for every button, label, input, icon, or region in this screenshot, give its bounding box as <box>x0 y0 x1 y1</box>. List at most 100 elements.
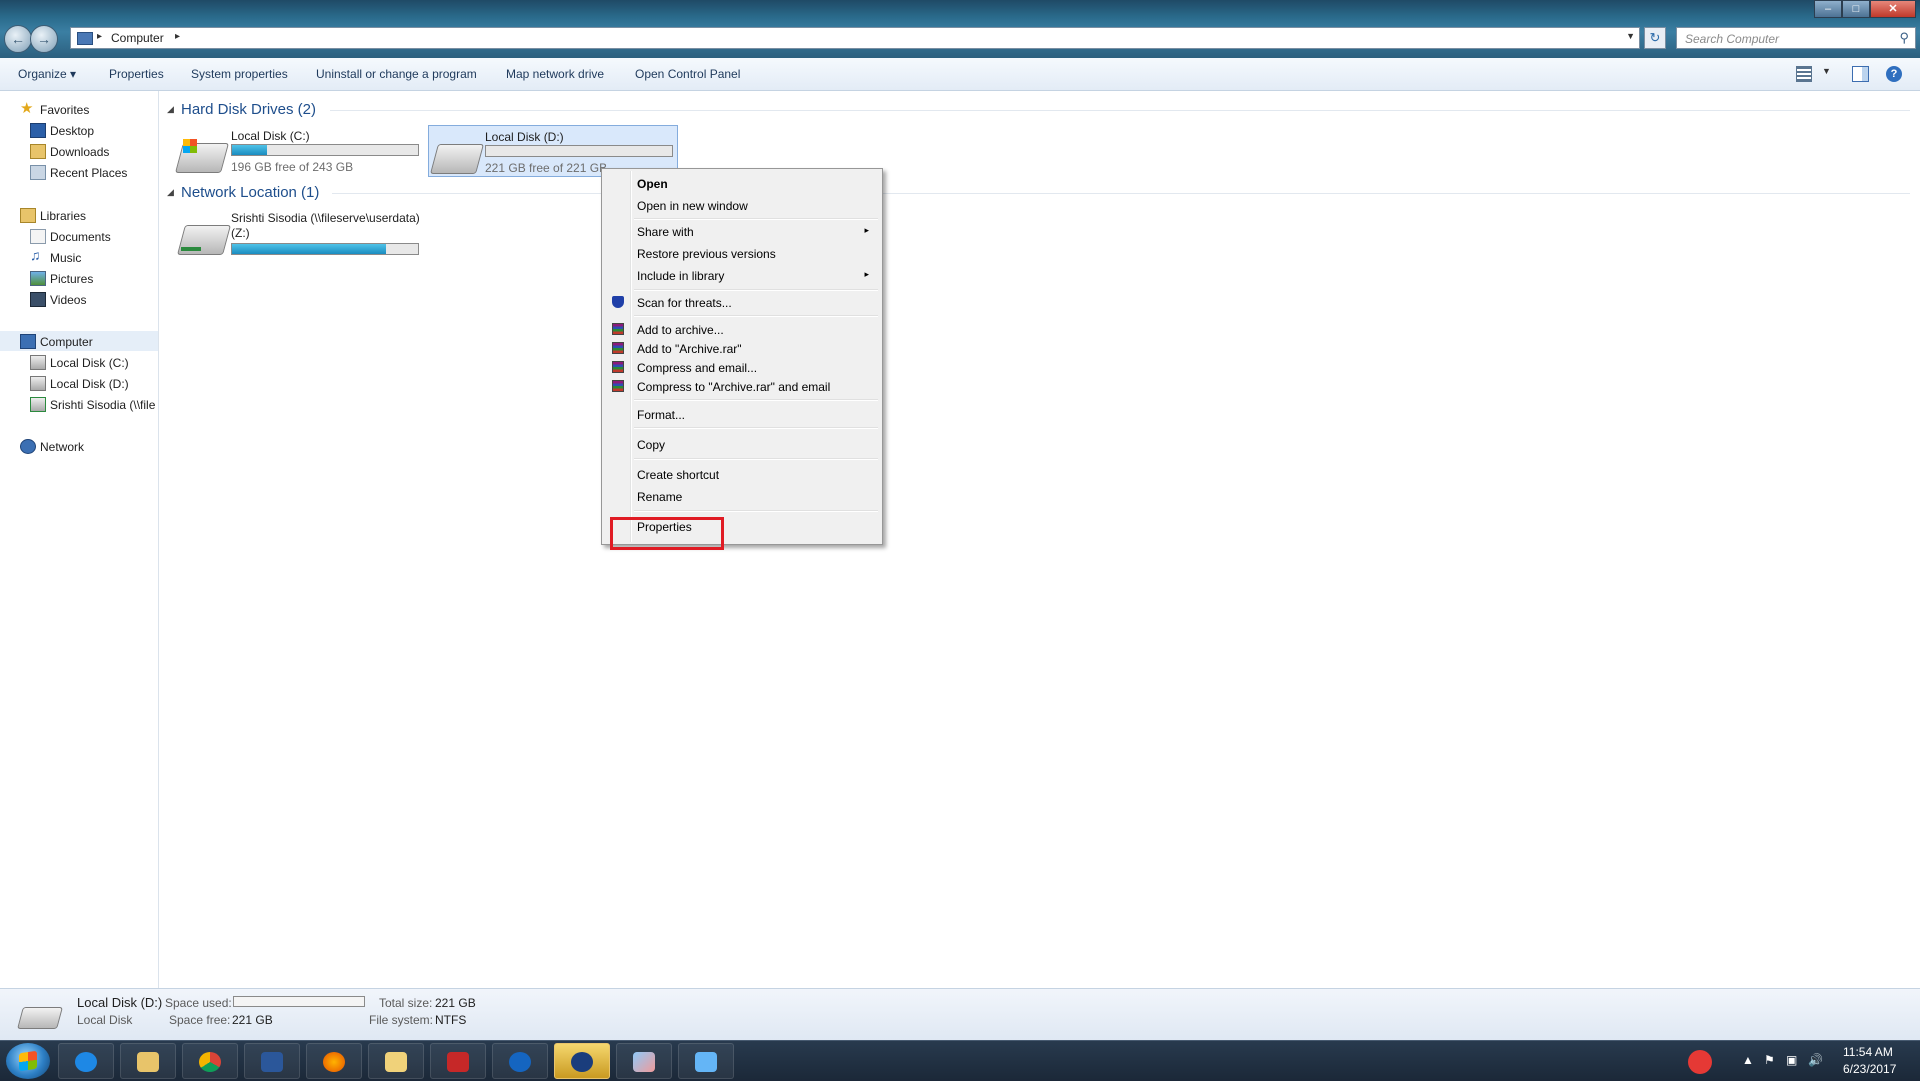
nav-local-disk-c[interactable]: Local Disk (C:) <box>0 352 158 372</box>
taskbar-acrobat[interactable] <box>430 1043 486 1079</box>
menu-item-compress-to-rar-and-email[interactable]: Compress to "Archive.rar" and email <box>605 376 879 396</box>
menu-label: Scan for threats... <box>637 296 732 310</box>
nav-videos[interactable]: Videos <box>0 289 158 309</box>
taskbar-remote-desktop[interactable] <box>678 1043 734 1079</box>
drive-free-space: 196 GB free of 243 GB <box>231 160 354 174</box>
menu-item-copy[interactable]: Copy <box>605 434 879 454</box>
taskbar-folder[interactable] <box>368 1043 424 1079</box>
collapse-triangle-icon[interactable]: ◢ <box>167 104 174 115</box>
back-button[interactable]: ← <box>4 25 32 53</box>
menu-item-create-shortcut[interactable]: Create shortcut <box>605 464 879 484</box>
tray-app-icon[interactable] <box>1688 1050 1712 1074</box>
nav-label: Music <box>50 251 82 265</box>
menu-item-include-in-library[interactable]: Include in library ▸ <box>605 265 879 285</box>
map-network-drive-button[interactable]: Map network drive <box>506 67 604 81</box>
collapse-triangle-icon[interactable]: ◢ <box>167 187 174 198</box>
nav-local-disk-d[interactable]: Local Disk (D:) <box>0 373 158 393</box>
menu-item-add-to-archive-rar[interactable]: Add to "Archive.rar" <box>605 338 879 358</box>
search-icon[interactable]: ⚲ <box>1899 30 1909 46</box>
details-pane: Local Disk (D:) Local Disk Space used: S… <box>0 988 1920 1041</box>
nav-label: Recent Places <box>50 166 128 180</box>
nav-pictures[interactable]: Pictures <box>0 268 158 288</box>
file-explorer-icon <box>137 1052 159 1072</box>
menu-item-open[interactable]: Open <box>605 173 879 193</box>
menu-item-compress-and-email[interactable]: Compress and email... <box>605 357 879 377</box>
group-header-network-location[interactable]: Network Location (1) <box>181 184 319 201</box>
show-hidden-icons-icon[interactable]: ▲ <box>1742 1053 1754 1067</box>
star-icon: ★ <box>20 100 34 117</box>
taskbar-outlook[interactable] <box>492 1043 548 1079</box>
taskbar-paint[interactable] <box>616 1043 672 1079</box>
menu-item-format[interactable]: Format... <box>605 404 879 424</box>
group-header-hard-disk-drives[interactable]: Hard Disk Drives (2) <box>181 101 316 118</box>
search-input[interactable]: Search Computer ⚲ <box>1676 27 1916 49</box>
menu-label: Add to "Archive.rar" <box>637 342 742 356</box>
drive-icon <box>30 355 46 370</box>
breadcrumb-computer[interactable]: Computer <box>111 31 164 45</box>
nav-desktop[interactable]: Desktop <box>0 120 158 140</box>
menu-item-share-with[interactable]: Share with ▸ <box>605 221 879 241</box>
network-status-icon[interactable]: ▣ <box>1786 1053 1797 1067</box>
action-center-flag-icon[interactable]: ⚑ <box>1764 1053 1775 1067</box>
address-dropdown-icon[interactable]: ▼ <box>1626 31 1635 41</box>
internet-explorer-icon <box>75 1052 97 1072</box>
maximize-button[interactable]: □ <box>1842 0 1870 18</box>
open-control-panel-button[interactable]: Open Control Panel <box>635 67 740 81</box>
nav-favorites[interactable]: ★ Favorites <box>0 99 158 119</box>
drive-usage-fill <box>232 145 268 155</box>
chrome-icon <box>199 1052 221 1072</box>
nav-documents[interactable]: Documents <box>0 226 158 246</box>
details-type: Local Disk <box>77 1013 133 1027</box>
videos-icon <box>30 292 46 307</box>
nav-network-share[interactable]: Srishti Sisodia (\\file <box>0 394 158 414</box>
minimize-button[interactable]: – <box>1814 0 1842 18</box>
address-bar[interactable]: ▸ Computer ▸ ▼ <box>70 27 1640 49</box>
system-properties-button[interactable]: System properties <box>191 67 288 81</box>
details-space-free-label: Space free: <box>169 1013 231 1027</box>
menu-separator <box>634 315 878 317</box>
preview-pane-icon[interactable] <box>1852 66 1869 82</box>
clock-date[interactable]: 6/23/2017 <box>1843 1062 1896 1076</box>
drive-free-space: 221 GB free of 221 GB <box>485 161 608 175</box>
forward-button[interactable]: → <box>30 25 58 53</box>
details-space-used-label: Space used: <box>165 996 232 1010</box>
change-view-icon[interactable] <box>1796 66 1812 82</box>
menu-item-add-to-archive[interactable]: Add to archive... <box>605 319 879 339</box>
refresh-button[interactable]: ↻ <box>1644 27 1666 49</box>
menu-item-scan-for-threats[interactable]: Scan for threats... <box>605 292 879 312</box>
taskbar-internet-explorer[interactable] <box>58 1043 114 1079</box>
network-icon <box>20 439 36 454</box>
volume-icon[interactable]: 🔊 <box>1808 1053 1823 1067</box>
nav-network[interactable]: Network <box>0 436 158 456</box>
help-icon[interactable]: ? <box>1886 66 1902 82</box>
close-button[interactable]: ✕ <box>1870 0 1916 18</box>
computer-icon <box>20 334 36 349</box>
properties-button[interactable]: Properties <box>109 67 164 81</box>
breadcrumb-arrow-icon[interactable]: ▸ <box>175 31 180 42</box>
documents-icon <box>30 229 46 244</box>
nav-libraries[interactable]: Libraries <box>0 205 158 225</box>
menu-item-rename[interactable]: Rename <box>605 486 879 506</box>
nav-label: Libraries <box>40 209 87 223</box>
taskbar-firefox[interactable] <box>306 1043 362 1079</box>
organize-menu[interactable]: Organize ▾ <box>18 67 76 81</box>
taskbar-chrome[interactable] <box>182 1043 238 1079</box>
nav-music[interactable]: ♫ Music <box>0 247 158 267</box>
winrar-icon <box>612 380 624 392</box>
taskbar-file-explorer[interactable] <box>120 1043 176 1079</box>
breadcrumb-arrow-icon[interactable]: ▸ <box>97 31 102 42</box>
nav-recent-places[interactable]: Recent Places <box>0 162 158 182</box>
drive-tile-c[interactable]: Local Disk (C:) 196 GB free of 243 GB <box>174 125 425 177</box>
nav-downloads[interactable]: Downloads <box>0 141 158 161</box>
clock-time[interactable]: 11:54 AM <box>1843 1045 1893 1059</box>
menu-item-open-new-window[interactable]: Open in new window <box>605 195 879 215</box>
drive-icon <box>30 376 46 391</box>
network-drive-tile-z[interactable]: Srishti Sisodia (\\fileserve\userdata) (… <box>175 209 425 263</box>
view-dropdown-icon[interactable]: ▼ <box>1822 66 1831 76</box>
start-button[interactable] <box>6 1043 50 1079</box>
menu-item-restore-previous-versions[interactable]: Restore previous versions <box>605 243 879 263</box>
taskbar-word[interactable] <box>244 1043 300 1079</box>
taskbar-active-app[interactable] <box>554 1043 610 1079</box>
uninstall-program-button[interactable]: Uninstall or change a program <box>316 67 477 81</box>
nav-computer[interactable]: Computer <box>0 331 158 351</box>
